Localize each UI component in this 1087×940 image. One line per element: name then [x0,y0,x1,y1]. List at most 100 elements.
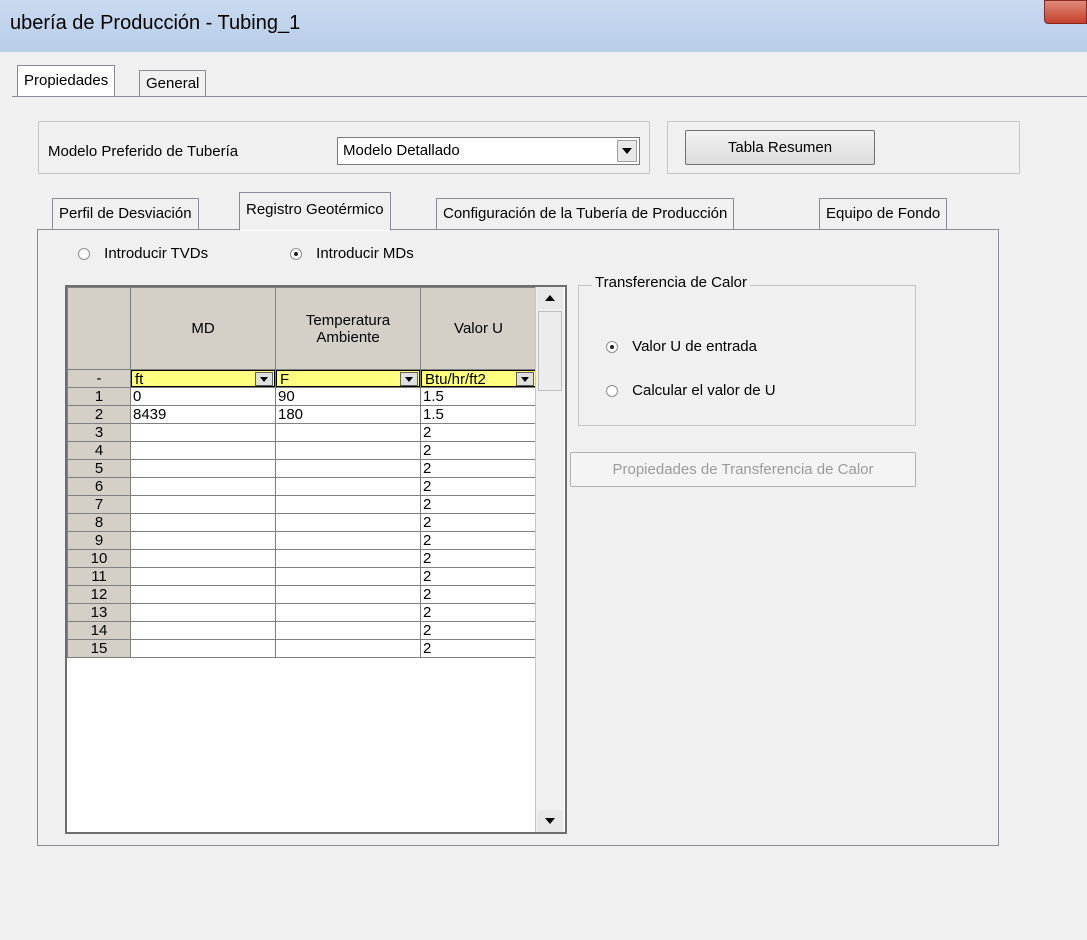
unit-value: F [280,371,290,388]
u-value-cell[interactable]: 2 [420,567,537,586]
md-cell[interactable] [130,585,276,604]
u-value-cell[interactable]: 2 [420,513,537,532]
u-value-cell[interactable]: 2 [420,441,537,460]
geothermal-table[interactable]: MD Temperatura Ambiente Valor U - ft F B… [65,285,567,834]
u-value-cell[interactable]: 2 [420,495,537,514]
u-value-cell[interactable]: 2 [420,549,537,568]
md-cell[interactable]: 0 [130,387,276,406]
row-number[interactable]: 2 [67,405,131,424]
row-number[interactable]: 9 [67,531,131,550]
temperature-cell[interactable] [275,639,421,658]
radio-u-calculate[interactable]: Calcular el valor de U [606,382,776,399]
temperature-cell[interactable] [275,423,421,442]
close-button[interactable] [1044,0,1087,24]
row-number[interactable]: 8 [67,513,131,532]
radio-button-icon[interactable] [606,385,618,398]
md-cell[interactable] [130,531,276,550]
md-cell[interactable] [130,441,276,460]
row-number[interactable]: 14 [67,621,131,640]
heat-transfer-group-label: Transferencia de Calor [592,274,751,291]
unit-select-md[interactable]: ft [130,369,276,388]
model-select[interactable]: Modelo Detallado [337,137,640,165]
tab-registro-geotermico[interactable]: Registro Geotérmico [239,192,391,231]
summary-table-button[interactable]: Tabla Resumen [685,130,875,165]
row-number[interactable]: 3 [67,423,131,442]
tab-configuracion-tuberia[interactable]: Configuración de la Tubería de Producció… [436,198,735,230]
md-cell[interactable] [130,603,276,622]
row-number[interactable]: 10 [67,549,131,568]
u-value-cell[interactable]: 1.5 [420,387,537,406]
chevron-down-icon[interactable] [400,372,418,386]
model-select-value: Modelo Detallado [343,142,460,159]
u-value-cell[interactable]: 2 [420,423,537,442]
tab-equipo-fondo[interactable]: Equipo de Fondo [819,198,948,230]
radio-button-icon[interactable] [290,248,302,261]
row-number[interactable]: 1 [67,387,131,406]
temperature-cell[interactable] [275,585,421,604]
unit-select-temperature[interactable]: F [275,369,421,388]
temperature-cell[interactable] [275,477,421,496]
u-value-cell[interactable]: 2 [420,603,537,622]
u-value-cell[interactable]: 2 [420,639,537,658]
u-value-cell[interactable]: 2 [420,621,537,640]
table-row: 15 2 [67,639,537,658]
temperature-cell[interactable] [275,549,421,568]
tab-label: Registro Geotérmico [246,201,384,218]
temperature-cell[interactable] [275,441,421,460]
temperature-cell[interactable]: 180 [275,405,421,424]
md-cell[interactable] [130,477,276,496]
temperature-cell[interactable]: 90 [275,387,421,406]
temperature-cell[interactable] [275,621,421,640]
scrollbar-thumb[interactable] [538,311,562,391]
scroll-up-icon[interactable] [537,287,563,309]
u-value-cell[interactable]: 2 [420,585,537,604]
column-header-md[interactable]: MD [130,287,276,370]
row-number[interactable]: 11 [67,567,131,586]
tab-general[interactable]: General [139,70,207,97]
row-number[interactable]: 7 [67,495,131,514]
temperature-cell[interactable] [275,531,421,550]
row-number[interactable]: 15 [67,639,131,658]
unit-select-u-value[interactable]: Btu/hr/ft2 [420,369,537,388]
md-cell[interactable]: 8439 [130,405,276,424]
md-cell[interactable] [130,423,276,442]
temperature-cell[interactable] [275,567,421,586]
u-value-cell[interactable]: 2 [420,531,537,550]
row-number[interactable]: 5 [67,459,131,478]
radio-tvd[interactable]: Introducir TVDs [78,245,208,262]
chevron-down-icon[interactable] [617,140,637,162]
chevron-down-icon[interactable] [516,372,534,386]
radio-button-icon[interactable] [606,341,618,354]
row-number[interactable]: 13 [67,603,131,622]
md-cell[interactable] [130,495,276,514]
heat-transfer-properties-button[interactable]: Propiedades de Transferencia de Calor [570,452,916,487]
md-cell[interactable] [130,459,276,478]
row-number[interactable]: 6 [67,477,131,496]
table-row: 32 [67,423,537,442]
u-value-cell[interactable]: 2 [420,477,537,496]
row-number[interactable]: 12 [67,585,131,604]
md-cell[interactable] [130,621,276,640]
temperature-cell[interactable] [275,603,421,622]
u-value-cell[interactable]: 1.5 [420,405,537,424]
radio-label: Valor U de entrada [632,338,757,355]
temperature-cell[interactable] [275,459,421,478]
tab-perfil-desviacion[interactable]: Perfil de Desviación [52,198,199,230]
md-cell[interactable] [130,549,276,568]
column-header-temperature[interactable]: Temperatura Ambiente [275,287,421,370]
table-scrollbar[interactable] [535,287,564,832]
radio-md[interactable]: Introducir MDs [290,245,414,262]
radio-u-input[interactable]: Valor U de entrada [606,338,757,355]
md-cell[interactable] [130,513,276,532]
radio-button-icon[interactable] [78,248,90,261]
column-header-u-value[interactable]: Valor U [420,287,537,370]
md-cell[interactable] [130,567,276,586]
tab-propiedades[interactable]: Propiedades [17,65,116,97]
scroll-down-icon[interactable] [537,810,563,832]
row-number[interactable]: 4 [67,441,131,460]
temperature-cell[interactable] [275,495,421,514]
chevron-down-icon[interactable] [255,372,273,386]
temperature-cell[interactable] [275,513,421,532]
md-cell[interactable] [130,639,276,658]
u-value-cell[interactable]: 2 [420,459,537,478]
